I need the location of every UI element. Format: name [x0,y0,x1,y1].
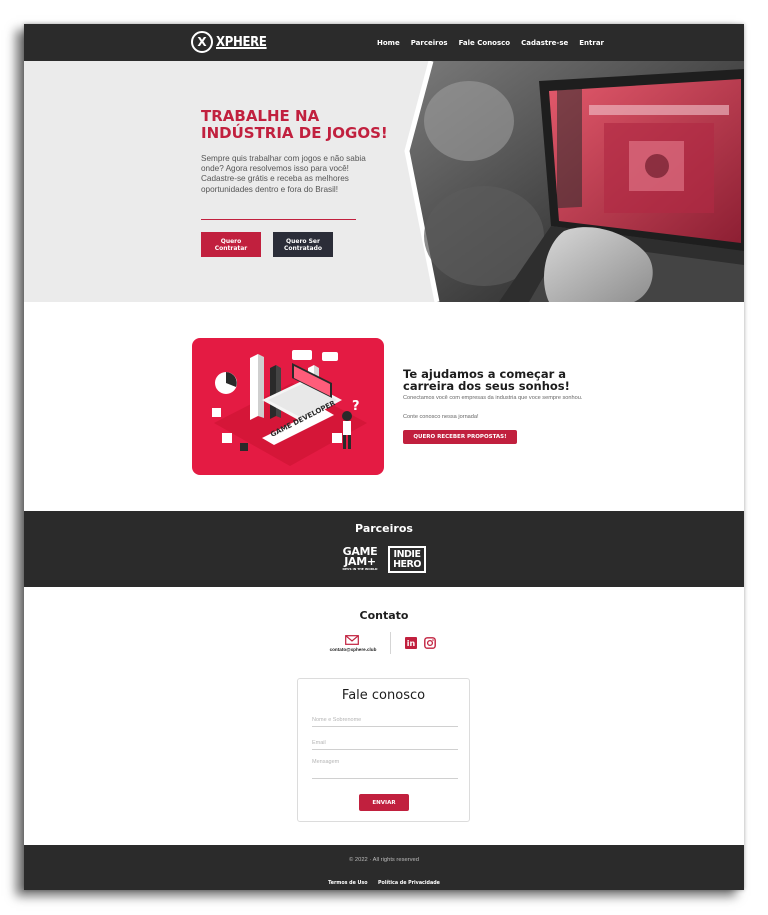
message-input[interactable] [312,757,458,779]
logo-mark: X [191,31,213,53]
nav-menu: Home Parceiros Fale Conosco Cadastre-se … [377,24,615,61]
name-input[interactable] [312,713,458,727]
hero-description: Sempre quis trabalhar com jogos e não sa… [201,154,366,194]
footer-links: Termos de Uso Política de Privacidade [24,871,744,889]
form-title: Fale conosco [341,688,426,703]
partners-section: Parceiros GAME JAM+ DEVS IN THE WORLD IN… [24,511,744,587]
nav-cadastre-se[interactable]: Cadastre-se [521,39,568,47]
isometric-illustration: GAME DEVELOPER ? [212,350,367,466]
email-input[interactable] [312,736,458,750]
hero-title: TRABALHE NA INDÚSTRIA DE JOGOS! [201,107,388,142]
get-hired-button[interactable]: Quero Ser Contratado [273,232,333,257]
contact-email[interactable]: contato@xphere.club [320,647,386,652]
about-title: Te ajudamos a começar a carreira dos seu… [403,367,570,393]
top-navbar: X XPHERE Home Parceiros Fale Conosco Cad… [24,24,744,61]
linkedin-icon[interactable]: in [405,637,417,649]
hero-section: TRABALHE NA INDÚSTRIA DE JOGOS! Sempre q… [24,61,744,302]
contact-divider [390,632,391,654]
svg-text:?: ? [352,399,360,414]
about-text-2: Conte conosco nessa jornada! [403,414,479,420]
gamejam-logo[interactable]: GAME JAM+ DEVS IN THE WORLD [340,546,380,571]
mail-icon[interactable] [345,635,359,645]
contact-title: Contato [359,609,409,622]
receive-proposals-button[interactable]: QUERO RECEBER PROPOSTAS! [403,430,517,444]
indiehero-logo[interactable]: INDIE HERO [388,546,426,573]
partners-title: Parceiros [355,522,413,535]
nav-entrar[interactable]: Entrar [579,39,604,47]
instagram-icon[interactable] [424,637,436,649]
about-text: Conectamos você com empresas da industri… [403,395,583,401]
nav-fale-conosco[interactable]: Fale Conosco [459,39,511,47]
privacy-link[interactable]: Política de Privacidade [378,881,440,886]
logo-text: XPHERE [216,34,267,50]
hero-laptop-photo [389,61,744,302]
contact-form: Fale conosco ENVIAR [297,678,470,822]
send-button[interactable]: ENVIAR [359,794,409,811]
hero-divider [201,219,356,220]
hire-button[interactable]: Quero Contratar [201,232,261,257]
footer: © 2022 · All rights reserved Termos de U… [24,845,744,890]
copyright: © 2022 · All rights reserved [348,857,419,863]
terms-link[interactable]: Termos de Uso [328,881,367,886]
nav-parceiros[interactable]: Parceiros [411,39,448,47]
logo[interactable]: X XPHERE [191,30,267,54]
nav-home[interactable]: Home [377,39,400,47]
page: X XPHERE Home Parceiros Fale Conosco Cad… [24,24,744,890]
game-developer-illustration: GAME DEVELOPER ? [192,338,384,475]
